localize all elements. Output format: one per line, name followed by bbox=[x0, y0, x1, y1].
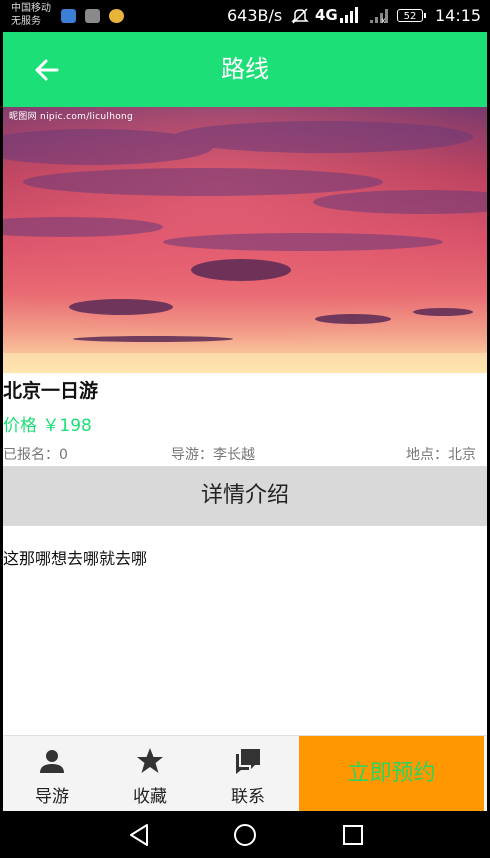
system-nav-bar bbox=[3, 811, 487, 858]
location: 地点：北京 bbox=[406, 447, 476, 463]
nav-favorites-label: 收藏 bbox=[133, 787, 167, 807]
clock: 14:15 bbox=[435, 6, 482, 25]
guide-name: 导游：李长越 bbox=[171, 447, 255, 463]
image-watermark: 昵图网 nipic.com/liculhong bbox=[9, 112, 134, 122]
signal-icon bbox=[340, 7, 358, 23]
nav-contact[interactable]: 联系 bbox=[199, 736, 297, 812]
signed-up-count: 已报名：0 bbox=[3, 447, 68, 463]
details-header: 详情介绍 bbox=[3, 466, 487, 526]
book-now-button[interactable]: 立即预约 bbox=[299, 736, 484, 812]
nav-guide[interactable]: 导游 bbox=[3, 736, 101, 812]
nav-contact-label: 联系 bbox=[231, 787, 265, 807]
app-screen: 中国移动 无服务 643B/s 4G x 52 14:15 路线 昵图网 nip… bbox=[3, 0, 487, 858]
carrier-name: 中国移动 bbox=[11, 3, 51, 14]
route-price: 价格 ￥198 bbox=[3, 416, 92, 436]
nav-favorites[interactable]: 收藏 bbox=[101, 736, 199, 812]
page-title: 路线 bbox=[221, 55, 269, 83]
battery-indicator: 52 bbox=[397, 9, 426, 22]
details-text: 这那哪想去哪就去哪 bbox=[3, 549, 148, 568]
nav-guide-label: 导游 bbox=[35, 787, 69, 807]
app-notification-icon bbox=[61, 9, 76, 23]
carrier-info: 中国移动 无服务 bbox=[11, 2, 51, 28]
bottom-nav: 导游 收藏 联系 立即预约 bbox=[3, 735, 487, 812]
sunset-sky-image bbox=[3, 107, 487, 373]
home-circle-icon[interactable] bbox=[232, 822, 258, 848]
status-bar: 中国移动 无服务 643B/s 4G x 52 14:15 bbox=[3, 0, 487, 32]
arrow-left-icon bbox=[35, 59, 59, 81]
weibo-notification-icon bbox=[109, 9, 124, 23]
svg-text:x: x bbox=[381, 16, 386, 24]
route-image: 昵图网 nipic.com/liculhong bbox=[3, 107, 487, 373]
service-status: 无服务 bbox=[11, 16, 41, 27]
recents-square-icon[interactable] bbox=[341, 822, 365, 848]
route-name: 北京一日游 bbox=[3, 380, 99, 402]
person-icon bbox=[40, 750, 64, 773]
no-signal-icon: x bbox=[370, 9, 388, 24]
back-button[interactable] bbox=[27, 50, 67, 90]
star-icon bbox=[137, 748, 163, 773]
app-bar: 路线 bbox=[3, 32, 487, 107]
network-type: 4G bbox=[315, 6, 338, 24]
chat-icon bbox=[236, 749, 260, 774]
back-triangle-icon[interactable] bbox=[127, 822, 151, 848]
gallery-notification-icon bbox=[85, 9, 100, 23]
mute-icon bbox=[291, 8, 309, 24]
network-speed: 643B/s bbox=[227, 6, 283, 25]
